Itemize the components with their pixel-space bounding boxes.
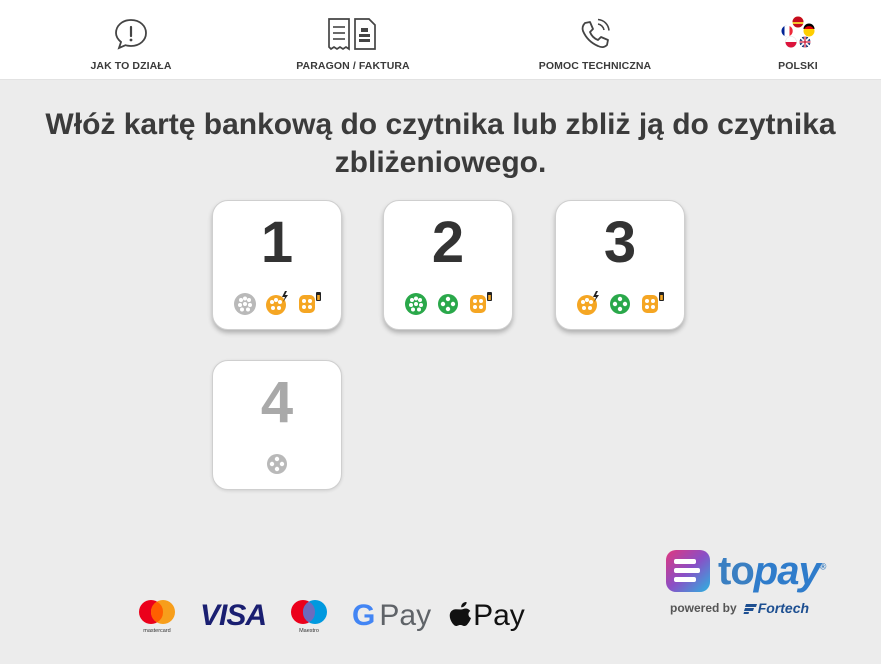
connector-list [384, 291, 512, 317]
how-it-works-button[interactable]: JAK TO DZIAŁA [31, 14, 231, 76]
maestro-caption: Maestro [299, 628, 319, 634]
apple-pay-logo: Pay [449, 599, 525, 633]
fortech-logo: Fortech [743, 600, 809, 616]
fortech-mark-icon [743, 604, 757, 615]
powered-by-line: powered by Fortech [664, 600, 864, 616]
google-g-glyph: G [352, 599, 376, 632]
mastercard-logo: mastercard [136, 597, 178, 635]
to-text: to [718, 548, 755, 593]
ccs-fast-connector-icon [264, 291, 290, 317]
google-pay-text: Pay [379, 599, 432, 632]
instruction-heading: Włóż kartę bankową do czytnika lub zbliż… [45, 108, 836, 179]
tech-support-label: POMOC TECHNICZNA [538, 60, 652, 72]
phone-call-icon [576, 14, 614, 54]
charger-tile-1[interactable]: 1 [212, 200, 342, 330]
tech-support-button[interactable]: POMOC TECHNICZNA [495, 14, 695, 76]
apple-icon [449, 602, 472, 626]
btopay-brand: topay® powered by Fortech [664, 548, 864, 628]
chademo-connector-icon [467, 291, 493, 317]
pay-text: pay [753, 548, 821, 593]
topay-wordmark: topay® [718, 548, 827, 594]
google-pay-logo: G Pay [352, 599, 431, 633]
type2-small-connector-icon [264, 451, 290, 477]
chademo-connector-icon [639, 291, 665, 317]
connector-list [213, 291, 341, 317]
charger-number: 1 [260, 210, 294, 275]
fortech-text: Fortech [757, 600, 810, 616]
type2-connector-icon [232, 291, 258, 317]
chat-info-icon [113, 14, 149, 54]
charger-number: 4 [260, 370, 294, 435]
language-label: POLSKI [778, 60, 818, 72]
maestro-logo: Maestro [288, 597, 330, 635]
type2-connector-icon [403, 291, 429, 317]
charger-tile-2[interactable]: 2 [383, 200, 513, 330]
receipt-invoice-icon [323, 14, 383, 54]
charger-tile-3[interactable]: 3 [555, 200, 685, 330]
receipt-invoice-label: PARAGON / FAKTURA [296, 60, 410, 72]
receipt-invoice-button[interactable]: PARAGON / FAKTURA [253, 14, 453, 76]
connector-list [556, 291, 684, 317]
type2-small-connector-icon [435, 291, 461, 317]
top-navigation-bar: JAK TO DZIAŁA PARAGON / FAKTURA POMOC TE… [0, 0, 881, 80]
registered-mark: ® [819, 561, 827, 572]
language-flags-icon [780, 14, 816, 54]
visa-logo: VISA [200, 599, 267, 632]
apple-pay-text: Pay [473, 599, 525, 632]
charger-tile-4[interactable]: 4 [212, 360, 342, 490]
powered-by-text: powered by [670, 601, 737, 615]
charger-number: 2 [431, 210, 465, 275]
chademo-connector-icon [296, 291, 322, 317]
accepted-payment-methods: mastercard VISA Maestro G Pay Pay [136, 596, 525, 636]
connector-list [213, 451, 341, 477]
btopay-logo-icon [666, 550, 710, 592]
ccs-fast-connector-icon [575, 291, 601, 317]
language-selector[interactable]: POLSKI [698, 14, 881, 76]
mastercard-caption: mastercard [143, 628, 171, 634]
type2-small-connector-icon [607, 291, 633, 317]
charger-number: 3 [603, 210, 637, 275]
how-it-works-label: JAK TO DZIAŁA [90, 60, 172, 72]
